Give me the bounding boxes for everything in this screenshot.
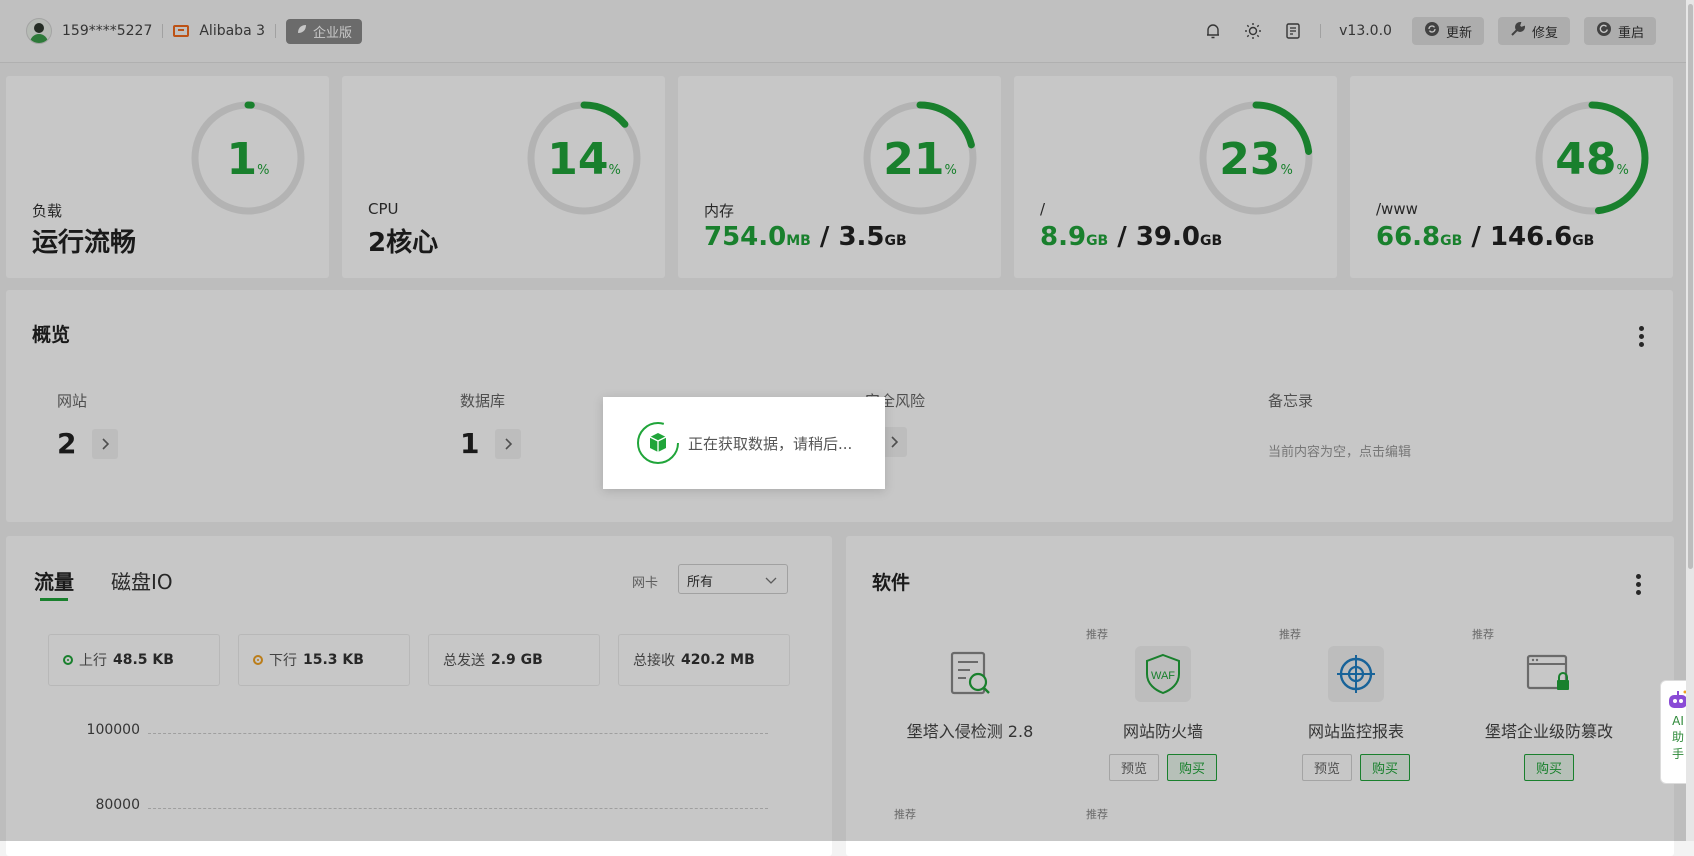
loading-spinner-icon [636,421,680,465]
scrollbar-thumb[interactable] [1688,4,1693,569]
loading-message: 正在获取数据，请稍后... [688,435,853,453]
loading-dialog: 正在获取数据，请稍后... [603,397,885,489]
